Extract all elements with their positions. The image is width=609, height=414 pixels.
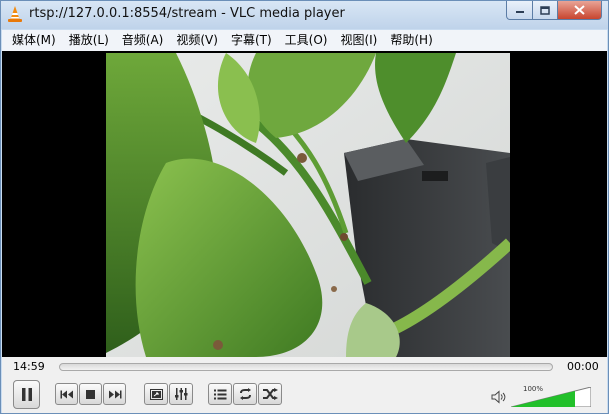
seek-slider[interactable] [59, 363, 553, 371]
vlc-cone-icon [8, 6, 22, 22]
video-area[interactable] [2, 51, 607, 357]
maximize-icon [540, 5, 550, 15]
remaining-time[interactable]: 00:00 [567, 360, 599, 373]
seek-row: 14:59 00:00 [2, 357, 607, 377]
menu-media[interactable]: 媒体(M) [6, 30, 62, 51]
vlc-window: rtsp://127.0.0.1:8554/stream - VLC media… [0, 0, 609, 414]
close-icon [574, 5, 585, 15]
volume-percent: 100% [523, 385, 544, 393]
menu-tools[interactable]: 工具(O) [279, 30, 334, 51]
window-title: rtsp://127.0.0.1:8554/stream - VLC media… [29, 6, 345, 21]
menu-playback[interactable]: 播放(L) [63, 30, 115, 51]
minimize-icon [515, 11, 524, 13]
extended-settings-button[interactable] [169, 383, 193, 405]
playlist-button[interactable] [208, 383, 232, 405]
stop-button[interactable] [79, 383, 102, 405]
menu-video[interactable]: 视频(V) [170, 30, 224, 51]
video-frame [106, 53, 510, 357]
title-bar[interactable]: rtsp://127.0.0.1:8554/stream - VLC media… [1, 1, 608, 29]
menu-help[interactable]: 帮助(H) [384, 30, 438, 51]
menu-view[interactable]: 视图(I) [334, 30, 383, 51]
shuffle-icon [262, 388, 278, 400]
next-button[interactable] [103, 383, 126, 405]
pause-icon [21, 388, 32, 401]
fullscreen-icon [149, 388, 163, 400]
minimize-button[interactable] [506, 1, 533, 20]
video-picture [106, 53, 510, 357]
previous-button[interactable] [55, 383, 78, 405]
speaker-icon[interactable] [491, 390, 506, 404]
playlist-icon [213, 389, 226, 399]
menu-bar: 媒体(M) 播放(L) 音频(A) 视频(V) 字幕(T) 工具(O) 视图(I… [2, 30, 607, 51]
stop-icon [86, 389, 95, 399]
shuffle-button[interactable] [258, 383, 282, 405]
loop-button[interactable] [233, 383, 257, 405]
previous-icon [60, 390, 73, 398]
menu-subtitle[interactable]: 字幕(T) [225, 30, 278, 51]
loop-icon [239, 388, 251, 400]
equalizer-icon [174, 388, 187, 400]
maximize-button[interactable] [532, 1, 558, 20]
menu-audio[interactable]: 音频(A) [116, 30, 170, 51]
controls-bar: 100% [2, 377, 607, 413]
elapsed-time[interactable]: 14:59 [13, 360, 45, 373]
fullscreen-button[interactable] [144, 383, 168, 405]
next-icon [108, 390, 121, 398]
close-button[interactable] [557, 1, 602, 20]
volume-level [511, 391, 575, 407]
play-pause-button[interactable] [13, 380, 40, 409]
